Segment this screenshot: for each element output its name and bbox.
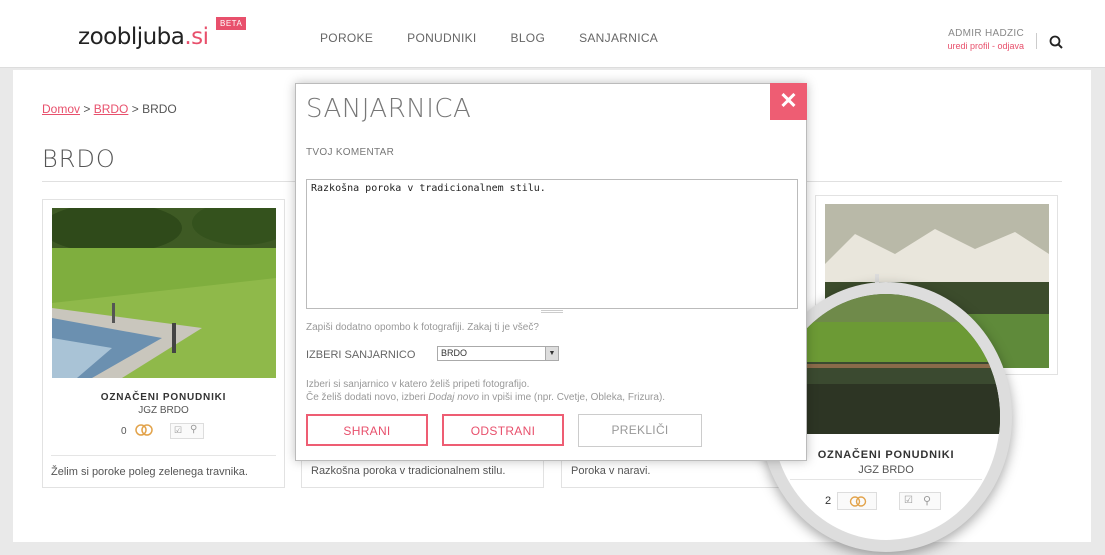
- card-subtitle: JGZ BRDO: [138, 405, 189, 416]
- check-icon: ☑: [174, 425, 183, 435]
- comment-hint: Zapiši dodatno opombo k fotografiji. Zak…: [306, 322, 539, 333]
- breadcrumb-home[interactable]: Domov: [42, 102, 80, 116]
- sanjarnica-dialog: SANJARNICA ✕ TVOJ KOMENTAR Razkošna poro…: [295, 83, 807, 461]
- chevron-down-icon[interactable]: ▼: [545, 347, 558, 360]
- tag-button[interactable]: ☑ ⚲: [170, 423, 204, 439]
- card-photo[interactable]: [52, 208, 276, 378]
- save-button[interactable]: SHRANI: [306, 414, 428, 446]
- card-comment: Želim si poroke poleg zelenega travnika.: [51, 466, 248, 478]
- check-icon: ☑: [904, 495, 913, 506]
- card-divider: [51, 455, 276, 456]
- nav-ponudniki[interactable]: PONUDNIKI: [407, 31, 476, 45]
- top-bar: zoobljuba.si BETA POROKE PONUDNIKI BLOG …: [0, 0, 1105, 68]
- close-icon[interactable]: ✕: [770, 83, 807, 120]
- logo-tld: .si: [184, 24, 209, 50]
- breadcrumb-sep: >: [80, 102, 94, 116]
- logo-main: zoobljuba: [78, 24, 185, 50]
- card-comment: Poroka v naravi.: [571, 465, 651, 477]
- search-icon[interactable]: [1049, 35, 1063, 49]
- breadcrumb-current: BRDO: [142, 102, 177, 116]
- rings-button[interactable]: [837, 492, 877, 510]
- comment-label: TVOJ KOMENTAR: [306, 147, 395, 158]
- rings-icon[interactable]: [133, 423, 155, 437]
- user-box: ADMIR HADZIC uredi profil - odjava: [940, 28, 1024, 51]
- cancel-button[interactable]: PREKLIČI: [578, 414, 702, 447]
- card-count: 0: [121, 426, 127, 437]
- remove-button[interactable]: ODSTRANI: [442, 414, 564, 446]
- card-comment: Razkošna poroka v tradicionalnem stilu.: [311, 465, 506, 477]
- user-links[interactable]: uredi profil - odjava: [940, 41, 1024, 51]
- nav-poroke[interactable]: POROKE: [320, 31, 373, 45]
- info-line: Izberi si sanjarnico v katero želiš prip…: [306, 379, 530, 390]
- resize-grip[interactable]: [541, 310, 563, 313]
- magnified-divider: [790, 479, 982, 480]
- comment-textarea[interactable]: Razkošna poroka v tradicionalnem stilu.: [306, 179, 798, 309]
- magnified-count: 2: [825, 495, 832, 507]
- sanjarnica-select[interactable]: BRDO ▼: [437, 346, 559, 361]
- magnified-subtitle: JGZ BRDO: [858, 464, 914, 476]
- location-pin-icon: ⚲: [923, 495, 932, 507]
- card-title[interactable]: OZNAČENI PONUDNIKI: [43, 392, 284, 403]
- logo[interactable]: zoobljuba.si: [78, 24, 209, 50]
- tag-button[interactable]: ☑ ⚲: [899, 492, 941, 510]
- dialog-title: SANJARNICA: [306, 94, 472, 124]
- breadcrumb-sep: >: [128, 102, 143, 116]
- photo-card: OZNAČENI PONUDNIKI JGZ BRDO 0 ☑ ⚲ Želim …: [42, 199, 285, 488]
- rings-icon: [849, 496, 867, 507]
- breadcrumb-brdo[interactable]: BRDO: [94, 102, 129, 116]
- nav-blog[interactable]: BLOG: [511, 31, 546, 45]
- select-label: IZBERI SANJARNICO: [306, 349, 416, 361]
- main-nav: POROKE PONUDNIKI BLOG SANJARNICA: [320, 31, 658, 45]
- dodaj-novo-hint: Dodaj novo: [428, 392, 479, 403]
- header-divider: [1036, 33, 1037, 49]
- beta-badge: BETA: [216, 17, 247, 30]
- info-line: Če želiš dodati novo, izberi Dodaj novo …: [306, 392, 666, 403]
- nav-sanjarnica[interactable]: SANJARNICA: [579, 31, 658, 45]
- breadcrumb: Domov > BRDO > BRDO: [42, 102, 177, 116]
- location-pin-icon: ⚲: [190, 424, 198, 435]
- select-value: BRDO: [441, 348, 468, 358]
- page-title: BRDO: [42, 145, 116, 173]
- user-name[interactable]: ADMIR HADZIC: [940, 28, 1024, 39]
- select-info: Izberi si sanjarnico v katero želiš prip…: [306, 378, 665, 404]
